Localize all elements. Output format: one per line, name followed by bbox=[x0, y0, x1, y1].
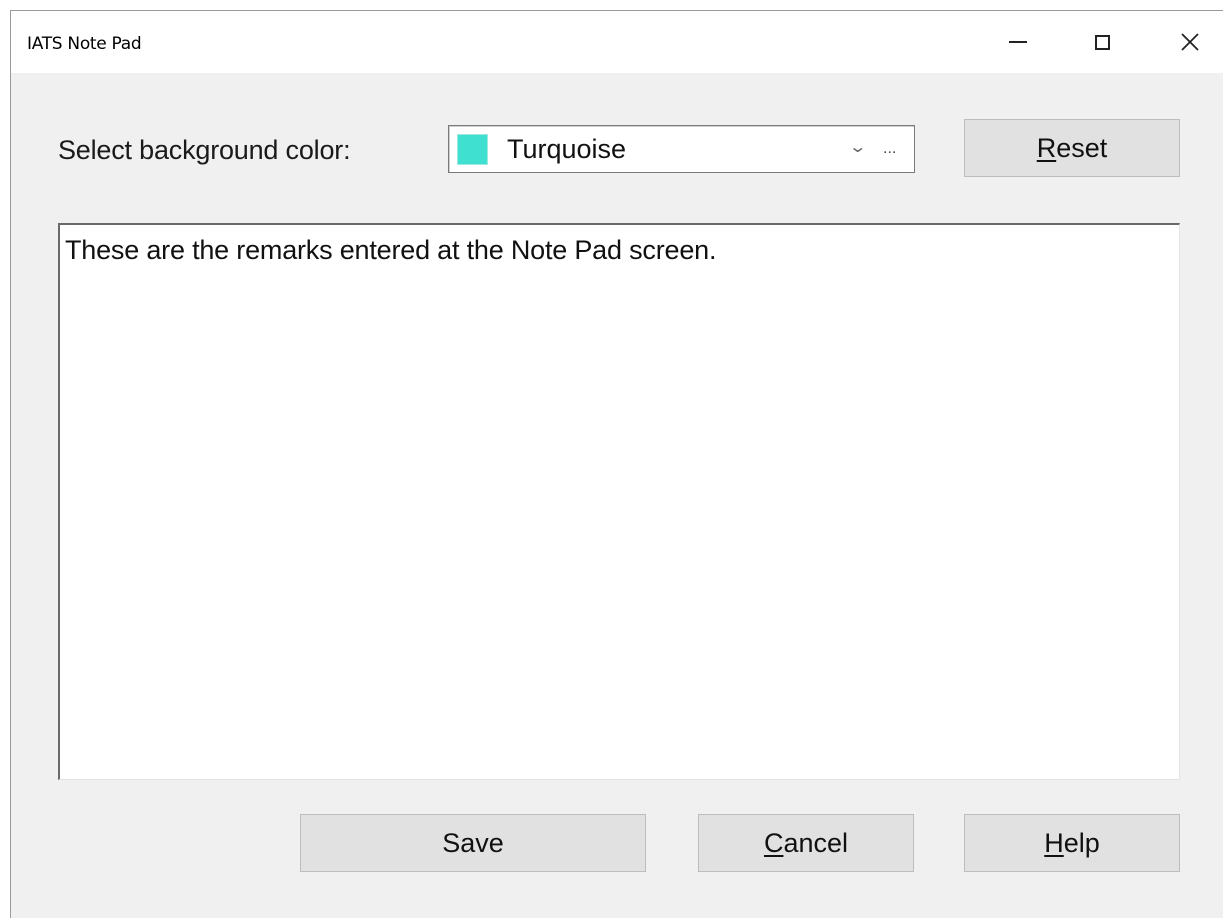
color-swatch bbox=[457, 134, 488, 165]
cancel-button-label: Cancel bbox=[763, 827, 849, 858]
minimize-button[interactable] bbox=[987, 11, 1049, 73]
background-color-label: Select background color: bbox=[58, 135, 351, 165]
notes-text: These are the remarks entered at the Not… bbox=[65, 235, 717, 265]
help-button[interactable]: Help bbox=[964, 814, 1180, 872]
save-button-label: Save bbox=[442, 827, 504, 858]
cancel-button[interactable]: Cancel bbox=[698, 814, 914, 872]
title-bar[interactable]: IATS Note Pad bbox=[11, 11, 1223, 73]
minimize-icon bbox=[1009, 41, 1027, 43]
save-button[interactable]: Save bbox=[300, 814, 646, 872]
notes-textarea[interactable]: These are the remarks entered at the Not… bbox=[58, 223, 1180, 780]
window-title: IATS Note Pad bbox=[27, 34, 142, 54]
maximize-button[interactable] bbox=[1071, 11, 1133, 73]
close-button[interactable] bbox=[1159, 11, 1221, 73]
chevron-down-icon[interactable]: ⌄ bbox=[848, 137, 867, 157]
maximize-icon bbox=[1094, 34, 1110, 50]
background-color-dropdown[interactable]: Turquoise ⌄ ... bbox=[448, 125, 915, 173]
reset-button-label: Reset bbox=[1036, 132, 1108, 163]
note-pad-window: IATS Note Pad Select background color: T… bbox=[10, 10, 1223, 918]
selected-color-value: Turquoise bbox=[507, 134, 627, 164]
more-colors-ellipsis[interactable]: ... bbox=[883, 140, 896, 158]
reset-button[interactable]: Reset bbox=[964, 119, 1180, 177]
help-button-label: Help bbox=[1044, 827, 1100, 858]
close-icon bbox=[1180, 32, 1200, 52]
